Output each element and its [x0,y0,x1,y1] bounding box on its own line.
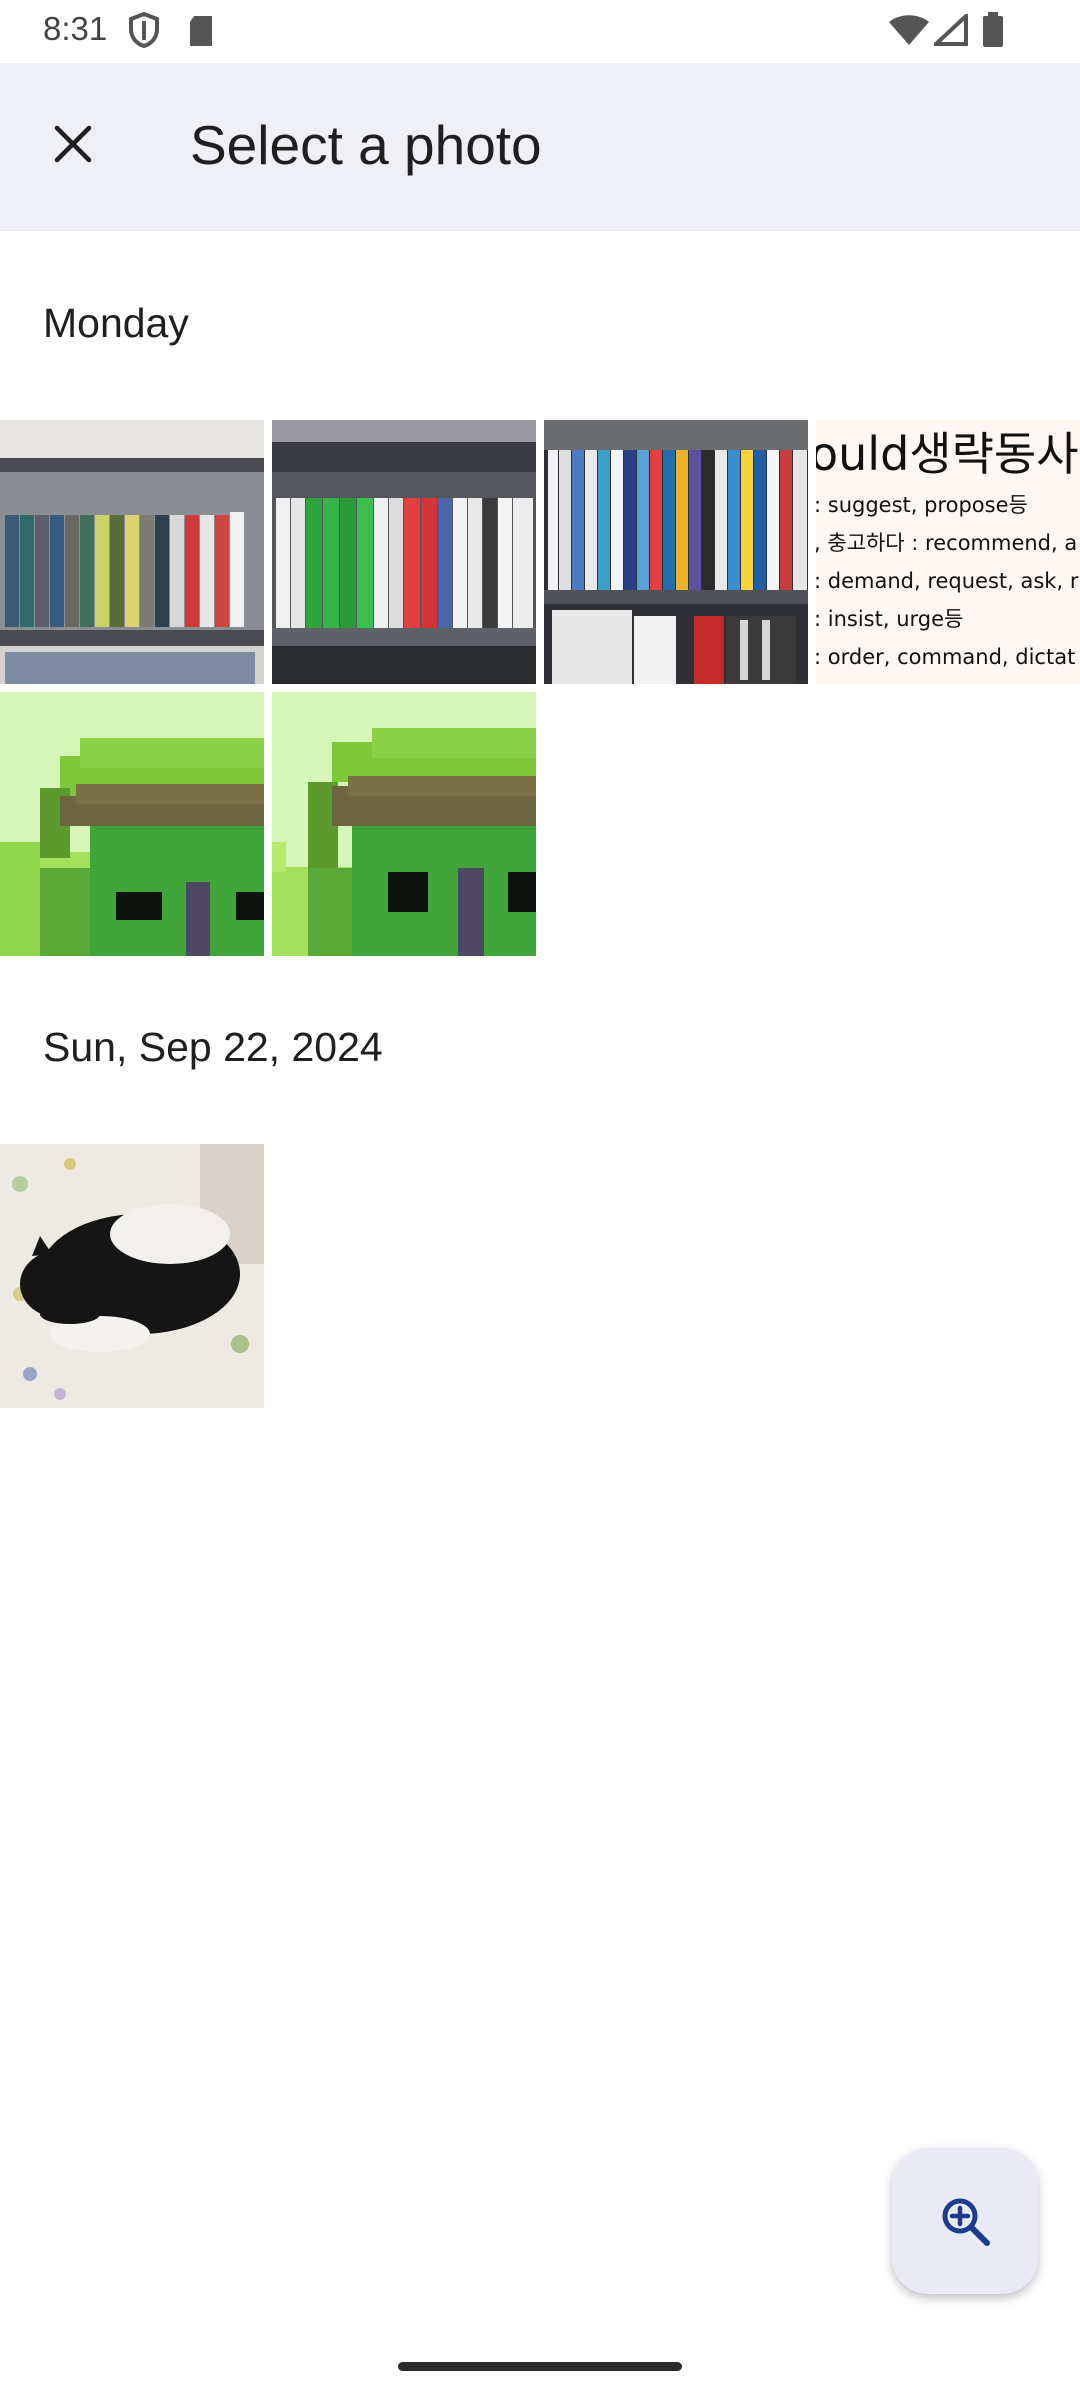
sd-card-icon [186,14,216,53]
photo-korean-text[interactable]: ould생략동사 : suggest, propose등 , 충고하다 : re… [816,420,1080,684]
korean-text-line-3: , 충고하다 : recommend, a [816,531,1077,555]
korean-text-line-6: : order, command, dictat [816,645,1075,669]
zoom-in-icon [942,2198,990,2246]
app-bar: Select a photo [0,63,1080,231]
close-icon [54,125,92,163]
section-title-monday: Monday [43,300,189,346]
home-indicator[interactable] [398,2362,682,2371]
signal-icon [930,11,968,51]
zoom-in-button[interactable] [892,2148,1038,2294]
shield-icon [128,11,160,53]
korean-text-line-5: : insist, urge등 [816,607,963,631]
photo-cat-on-bed[interactable] [0,1144,264,1408]
section-title-sep-22-2024: Sun, Sep 22, 2024 [43,1024,383,1070]
photo-pixel-house-2[interactable] [272,692,536,956]
page-title: Select a photo [190,114,542,176]
photo-bookshelf-2[interactable] [272,420,536,684]
photo-pixel-house-1[interactable] [0,692,264,956]
korean-text-line-1: ould생략동사 [816,427,1079,481]
korean-text-line-2: : suggest, propose등 [816,493,1028,517]
battery-icon [982,12,1004,53]
photo-bookshelf-1[interactable] [0,420,264,684]
photo-bookshelf-3[interactable] [544,420,808,684]
wifi-icon [888,14,930,51]
status-time: 8:31 [43,10,108,47]
close-button[interactable] [28,99,118,189]
korean-text-line-4: : demand, request, ask, r [816,569,1079,593]
status-bar: 8:31 [0,0,1080,63]
